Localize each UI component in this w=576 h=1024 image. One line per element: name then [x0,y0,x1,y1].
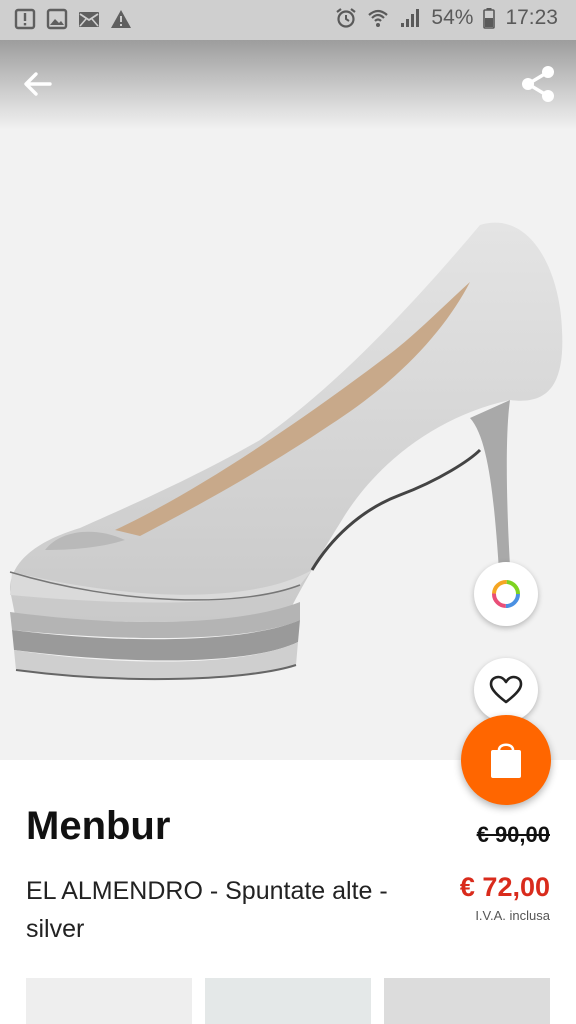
status-bar: 54% 17:23 [0,0,576,40]
favorite-button[interactable] [474,658,538,722]
battery-icon [483,8,496,29]
related-product-thumbnail[interactable] [205,978,371,1024]
related-product-thumbnail[interactable] [384,978,550,1024]
vat-note: I.V.A. inclusa [475,908,550,923]
add-to-bag-button[interactable] [461,715,551,805]
signal-icon [401,9,420,27]
heart-icon [489,675,523,704]
share-icon[interactable] [516,62,560,106]
related-product-thumbnail[interactable] [26,978,192,1024]
toolbar-scrim [0,40,576,130]
alarm-icon [336,8,357,28]
battery-percent: 54% [431,6,474,29]
color-ring-icon [492,580,520,608]
warning-icon [111,10,131,28]
product-image [9,222,563,681]
brand-name[interactable]: Menbur [26,804,170,849]
product-image-area[interactable] [0,40,576,760]
original-price: € 90,00 [476,822,550,847]
back-arrow-icon[interactable] [18,64,58,104]
product-title: EL ALMENDRO - Spuntate alte - silver [26,877,388,943]
clock: 17:23 [505,6,558,29]
color-options-button[interactable] [474,562,538,626]
shopping-bag-icon [491,743,521,778]
sale-price: € 72,00 [459,872,550,902]
wifi-icon [368,9,389,27]
alert-box-icon [14,8,36,30]
image-icon [46,8,68,30]
mail-icon [79,12,99,27]
